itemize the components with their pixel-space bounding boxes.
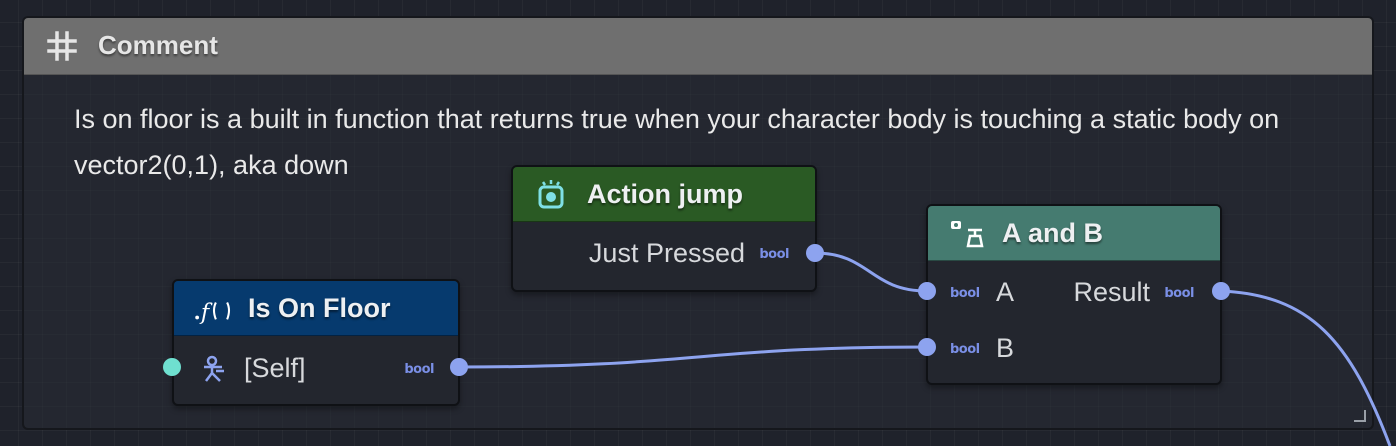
character-body-icon bbox=[204, 355, 224, 382]
is-on-floor-title: Is On Floor bbox=[248, 293, 391, 323]
just-pressed-label: Just Pressed bbox=[588, 238, 745, 268]
result-label: Result bbox=[1073, 277, 1150, 307]
action-jump-title: Action jump bbox=[587, 179, 743, 209]
wire-is-on-floor-to-b[interactable] bbox=[458, 345, 928, 369]
function-icon: f bbox=[195, 299, 231, 325]
action-event-icon bbox=[538, 180, 564, 209]
a-and-b-header[interactable]: A and B bbox=[928, 206, 1220, 261]
is-on-floor-header[interactable]: f Is On Floor bbox=[174, 281, 458, 336]
bool-type-tag: bool bbox=[950, 286, 980, 301]
self-input-label: [Self] bbox=[244, 353, 306, 383]
bool-type-tag: bool bbox=[1164, 286, 1194, 301]
input-b-label: B bbox=[996, 333, 1015, 363]
wire-result-out[interactable] bbox=[1220, 289, 1392, 446]
a-and-b-title: A and B bbox=[1002, 218, 1103, 248]
b-input-port[interactable] bbox=[918, 338, 936, 356]
bool-type-tag: bool bbox=[950, 342, 980, 357]
is-on-floor-output-port[interactable] bbox=[450, 358, 468, 376]
self-input-port[interactable] bbox=[163, 358, 181, 376]
graph-canvas[interactable]: Comment Is on floor is a built in functi… bbox=[0, 0, 1396, 446]
logic-operator-icon bbox=[951, 221, 984, 248]
result-output-port[interactable] bbox=[1212, 282, 1230, 300]
bool-type-tag: bool bbox=[404, 362, 434, 377]
action-jump-node[interactable]: Action jump Just Pressed bool bbox=[511, 165, 817, 292]
action-jump-header[interactable]: Action jump bbox=[513, 167, 815, 222]
svg-text:f: f bbox=[199, 299, 213, 325]
a-and-b-node[interactable]: A and B bool A Result bool bool B bbox=[926, 204, 1222, 385]
bool-type-tag: bool bbox=[759, 247, 789, 262]
wire-just-pressed-to-a[interactable] bbox=[814, 251, 928, 293]
just-pressed-output-port[interactable] bbox=[806, 244, 824, 262]
is-on-floor-node[interactable]: f Is On Floor [Self] bool bbox=[172, 279, 460, 406]
a-input-port[interactable] bbox=[918, 282, 936, 300]
input-a-label: A bbox=[996, 277, 1015, 307]
